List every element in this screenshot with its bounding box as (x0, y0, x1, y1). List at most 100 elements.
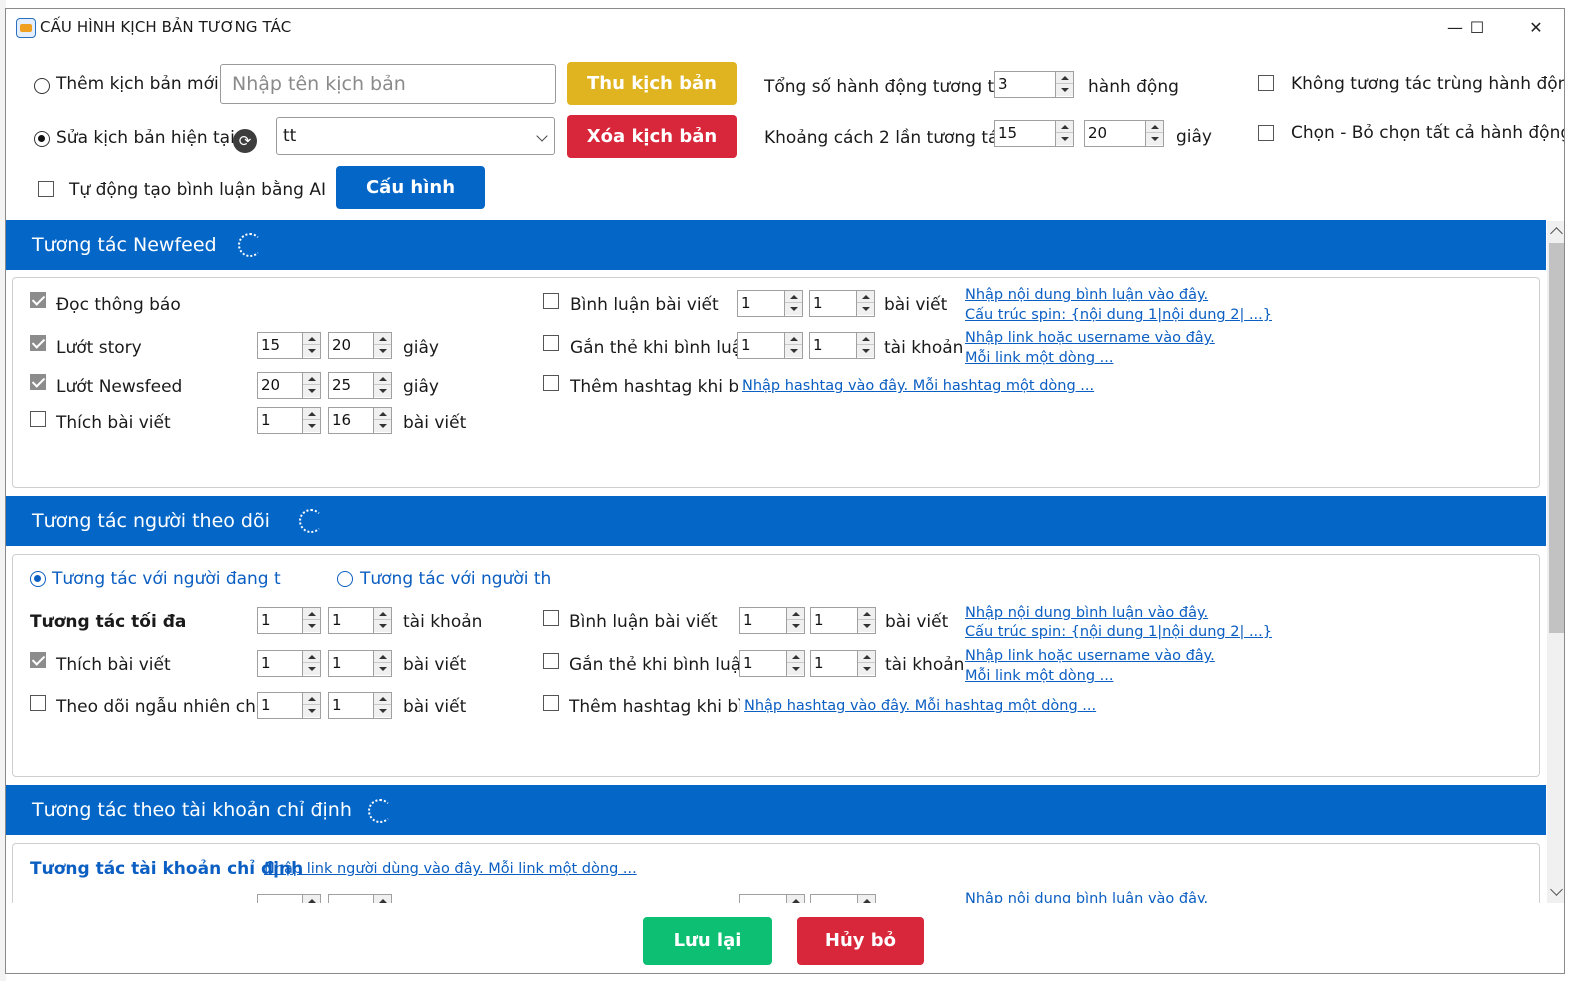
follower-hashtag-link[interactable]: Nhập hashtag vào đây. Mỗi hashtag một dò… (744, 698, 1096, 714)
followers-radio-label: Tương tác với người th (360, 569, 552, 589)
follower-like-max-stepper[interactable]: 1 (328, 650, 392, 677)
follower-tag-username-link[interactable]: Nhập link hoặc username vào đây. (965, 648, 1215, 664)
follower-hashtag-label: Thêm hashtag khi bình (569, 697, 740, 717)
follow-unit: bài viết (403, 697, 467, 717)
specific-account-link[interactable]: Nhập link người dùng vào đây. Mỗi link m… (264, 861, 637, 877)
like-min-stepper[interactable]: 1 (257, 407, 321, 434)
loading-icon (368, 799, 392, 823)
comment-min-stepper[interactable]: 1 (737, 290, 803, 317)
max-min-stepper[interactable]: 1 (257, 607, 321, 634)
total-actions-label: Tổng số hành động tương tác (764, 77, 1014, 97)
followers-section-header[interactable]: Tương tác người theo dõi (6, 496, 1546, 546)
view-story-min-stepper[interactable]: 15 (257, 332, 321, 359)
follower-comment-max-stepper[interactable]: 1 (810, 607, 876, 634)
interval-min-stepper[interactable]: 15 (994, 120, 1074, 147)
follower-tag-label: Gắn thẻ khi bình luận (569, 655, 752, 675)
following-radio[interactable] (30, 571, 46, 587)
app-icon (16, 18, 36, 38)
comment-posts-checkbox[interactable] (543, 293, 559, 309)
view-story-max-stepper[interactable]: 20 (328, 332, 392, 359)
loading-icon (238, 233, 262, 257)
total-actions-stepper[interactable]: 3 (994, 71, 1074, 98)
tag-username-link[interactable]: Nhập link hoặc username vào đây. (965, 330, 1215, 346)
scroll-down-icon[interactable] (1550, 883, 1563, 896)
comment-content-link[interactable]: Nhập nội dung bình luận vào đây. (965, 287, 1208, 303)
read-notifications-label: Đọc thông báo (56, 295, 181, 315)
follower-comment-checkbox[interactable] (543, 610, 559, 626)
follower-like-checkbox[interactable] (30, 652, 46, 668)
max-max-stepper[interactable]: 1 (328, 607, 392, 634)
following-radio-label: Tương tác với người đang t (52, 569, 281, 589)
interval-max-stepper[interactable]: 20 (1084, 120, 1164, 147)
save-button[interactable]: Lưu lại (643, 917, 772, 965)
tag-max-stepper[interactable]: 1 (809, 332, 875, 359)
select-all-label: Chọn - Bỏ chọn tất cả hành động (1291, 123, 1565, 143)
view-story-unit: giây (403, 338, 439, 358)
hashtag-checkbox[interactable] (543, 375, 559, 391)
follow-min-stepper[interactable]: 1 (257, 692, 321, 719)
config-button[interactable]: Cấu hình (336, 166, 485, 209)
followers-radio[interactable] (337, 571, 353, 587)
refresh-icon[interactable]: ⟳ (233, 129, 257, 153)
new-script-radio[interactable] (34, 78, 50, 94)
tag-checkbox[interactable] (543, 335, 559, 351)
script-name-input[interactable]: Nhập tên kịch bản (220, 64, 556, 104)
max-unit: tài khoản (403, 612, 483, 632)
follow-random-label: Theo dõi ngẫu nhiên chủ b (56, 697, 257, 717)
follower-comment-label: Bình luận bài viết (569, 612, 718, 632)
comment-spin-link[interactable]: Cấu trúc spin: {nội dung 1|nội dung 2| .… (965, 307, 1272, 323)
follower-comment-min-stepper[interactable]: 1 (739, 607, 805, 634)
current-script-select[interactable]: tt (276, 117, 555, 155)
edit-script-radio[interactable] (34, 131, 50, 147)
view-newsfeed-min-stepper[interactable]: 20 (257, 372, 321, 399)
follow-max-stepper[interactable]: 1 (328, 692, 392, 719)
scrollbar-thumb[interactable] (1549, 243, 1564, 633)
followers-section-title: Tương tác người theo dõi (32, 510, 270, 532)
follower-hashtag-checkbox[interactable] (543, 695, 559, 711)
follower-like-min-stepper[interactable]: 1 (257, 650, 321, 677)
view-story-checkbox[interactable] (30, 335, 46, 351)
follow-random-checkbox[interactable] (30, 695, 46, 711)
no-duplicate-checkbox[interactable] (1258, 75, 1274, 91)
comment-unit: bài viết (884, 295, 948, 315)
view-newsfeed-checkbox[interactable] (30, 374, 46, 390)
new-script-label: Thêm kịch bản mới (56, 74, 219, 94)
like-max-stepper[interactable]: 16 (328, 407, 392, 434)
specific-section-header[interactable]: Tương tác theo tài khoản chỉ định (6, 785, 1546, 835)
interval-label: Khoảng cách 2 lần tương tác (764, 128, 1008, 148)
tag-min-stepper[interactable]: 1 (737, 332, 803, 359)
close-button[interactable]: ✕ (1513, 11, 1559, 45)
follower-comment-spin-link[interactable]: Cấu trúc spin: {nội dung 1|nội dung 2| .… (965, 624, 1272, 640)
record-script-button[interactable]: Thu kịch bản (567, 62, 737, 105)
ai-comment-checkbox[interactable] (38, 181, 54, 197)
scroll-up-icon[interactable] (1550, 227, 1563, 240)
follower-tag-min-stepper[interactable]: 1 (739, 650, 805, 677)
hashtag-link[interactable]: Nhập hashtag vào đây. Mỗi hashtag một dò… (742, 378, 1094, 394)
follower-tag-max-stepper[interactable]: 1 (810, 650, 876, 677)
no-duplicate-label: Không tương tác trùng hành động (1291, 74, 1565, 94)
follower-tag-checkbox[interactable] (543, 653, 559, 669)
dialog-window: CẤU HÌNH KỊCH BẢN TƯƠNG TÁC — ☐ ✕ Thêm k… (5, 8, 1565, 974)
follower-tag-per-line-link[interactable]: Mỗi link một dòng ... (965, 668, 1113, 684)
chevron-down-icon (536, 130, 548, 142)
comment-max-stepper[interactable]: 1 (809, 290, 875, 317)
delete-script-button[interactable]: Xóa kịch bản (567, 115, 737, 158)
vertical-scrollbar[interactable] (1547, 221, 1564, 903)
like-unit: bài viết (403, 413, 467, 433)
view-story-label: Lướt story (56, 338, 142, 358)
loading-icon (299, 509, 323, 533)
view-newsfeed-max-stepper[interactable]: 25 (328, 372, 392, 399)
follower-comment-content-link[interactable]: Nhập nội dung bình luận vào đây. (965, 605, 1208, 621)
window-title: CẤU HÌNH KỊCH BẢN TƯƠNG TÁC (40, 18, 292, 36)
edit-script-label: Sửa kịch bản hiện tại (56, 128, 235, 148)
maximize-button[interactable]: ☐ (1454, 11, 1500, 45)
select-all-checkbox[interactable] (1258, 125, 1274, 141)
tag-per-line-link[interactable]: Mỗi link một dòng ... (965, 350, 1113, 366)
newfeed-section-header[interactable]: Tương tác Newfeed (6, 220, 1546, 270)
like-posts-checkbox[interactable] (30, 411, 46, 427)
hashtag-label: Thêm hashtag khi bình (570, 377, 738, 397)
like-posts-label: Thích bài viết (56, 413, 171, 433)
cancel-button[interactable]: Hủy bỏ (797, 917, 924, 965)
read-notifications-checkbox[interactable] (30, 292, 46, 308)
max-interaction-label: Tương tác tối đa (30, 612, 187, 632)
